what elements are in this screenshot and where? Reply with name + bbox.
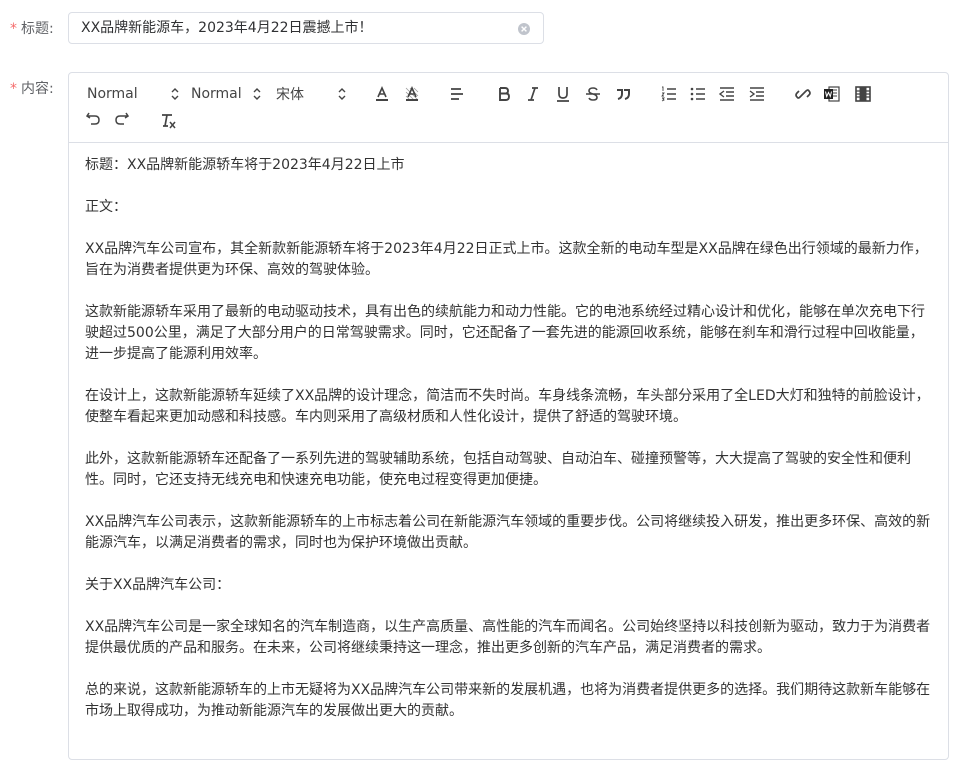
font-color-button[interactable]: [371, 83, 393, 105]
size-select-value: Normal: [191, 86, 242, 102]
content-label: * 内容:: [10, 80, 54, 98]
required-asterisk: *: [10, 21, 17, 37]
editor-blank-line[interactable]: [85, 218, 935, 239]
undo-button[interactable]: [83, 109, 103, 129]
bullet-list-button[interactable]: [687, 83, 709, 105]
background-color-button[interactable]: [401, 83, 423, 105]
header-select[interactable]: Normal: [87, 84, 179, 104]
title-input-value[interactable]: XX品牌新能源车，2023年4月22日震撼上市！: [69, 13, 517, 43]
bold-icon: [499, 87, 510, 101]
title-label: * 标题:: [10, 20, 54, 38]
editor-paragraph[interactable]: 在设计上，这款新能源轿车延续了XX品牌的设计理念，简洁而不失时尚。车身线条流畅，…: [85, 386, 935, 428]
align-button[interactable]: [446, 83, 468, 105]
editor-blank-line[interactable]: [85, 176, 935, 197]
italic-icon: [528, 87, 538, 101]
rich-text-editor: Normal Normal 宋体 标题：XX品牌新能源轿车将于2023年4月22…: [68, 72, 949, 760]
background-color-icon: [405, 86, 419, 101]
clear-format-icon: [162, 114, 176, 129]
editor-paragraph[interactable]: 正文：: [85, 197, 935, 218]
italic-button[interactable]: [522, 83, 544, 105]
title-input[interactable]: XX品牌新能源车，2023年4月22日震撼上市！: [68, 12, 544, 44]
editor-toolbar: Normal Normal 宋体: [69, 73, 948, 143]
redo-icon: [115, 112, 130, 125]
chevron-updown-icon: [338, 88, 346, 100]
font-color-icon: [376, 86, 388, 101]
strikethrough-icon: [586, 87, 600, 101]
editor-paragraph[interactable]: 总的来说，这款新能源轿车的上市无疑将为XX品牌汽车公司带来新的发展机遇，也将为消…: [85, 680, 935, 722]
editor-paragraph[interactable]: XX品牌汽车公司表示，这款新能源轿车的上市标志着公司在新能源汽车领域的重要步伐。…: [85, 512, 935, 554]
redo-button[interactable]: [112, 109, 132, 129]
clear-icon[interactable]: [517, 21, 531, 35]
video-button[interactable]: [852, 83, 874, 105]
outdent-button[interactable]: [716, 83, 738, 105]
editor-paragraph[interactable]: 这款新能源轿车采用了最新的电动驱动技术，具有出色的续航能力和动力性能。它的电池系…: [85, 302, 935, 365]
editor-blank-line[interactable]: [85, 428, 935, 449]
indent-icon: [749, 87, 764, 101]
editor-blank-line[interactable]: [85, 491, 935, 512]
clear-format-button[interactable]: [158, 110, 180, 132]
editor-content-area[interactable]: 标题：XX品牌新能源轿车将于2023年4月22日上市 正文： XX品牌汽车公司宣布，…: [85, 155, 935, 722]
editor-blank-line[interactable]: [85, 365, 935, 386]
editor-blank-line[interactable]: [85, 554, 935, 575]
size-select[interactable]: Normal: [191, 84, 261, 104]
chevron-updown-icon: [171, 88, 179, 100]
strikethrough-button[interactable]: [582, 83, 604, 105]
quote-icon: [617, 89, 630, 100]
ordered-list-button[interactable]: [658, 83, 680, 105]
title-label-text: 标题:: [21, 21, 54, 37]
link-button[interactable]: [792, 83, 814, 105]
align-left-icon: [451, 88, 463, 100]
bullet-list-icon: [690, 87, 705, 101]
editor-blank-line[interactable]: [85, 659, 935, 680]
underline-button[interactable]: [552, 83, 574, 105]
editor-paragraph[interactable]: XX品牌汽车公司宣布，其全新款新能源轿车将于2023年4月22日正式上市。这款全…: [85, 239, 935, 281]
editor-blank-line[interactable]: [85, 281, 935, 302]
editor-blank-line[interactable]: [85, 596, 935, 617]
editor-paragraph[interactable]: 关于XX品牌汽车公司：: [85, 575, 935, 596]
undo-icon: [85, 112, 100, 125]
content-label-text: 内容:: [21, 81, 54, 97]
editor-paragraph[interactable]: 标题：XX品牌新能源轿车将于2023年4月22日上市: [85, 155, 935, 176]
editor-paragraph[interactable]: 此外，这款新能源轿车还配备了一系列先进的驾驶辅助系统，包括自动驾驶、自动泊车、碰…: [85, 449, 935, 491]
chevron-updown-icon: [253, 88, 261, 100]
header-select-value: Normal: [87, 86, 138, 102]
word-import-button[interactable]: [821, 83, 843, 105]
indent-button[interactable]: [746, 83, 768, 105]
font-select-value: 宋体: [276, 87, 304, 103]
outdent-icon: [718, 87, 734, 101]
video-icon: [855, 86, 871, 102]
required-asterisk: *: [10, 81, 17, 97]
blockquote-button[interactable]: [612, 83, 634, 105]
underline-icon: [557, 87, 569, 102]
font-select[interactable]: 宋体: [276, 84, 346, 104]
editor-paragraph[interactable]: XX品牌汽车公司是一家全球知名的汽车制造商，以生产高质量、高性能的汽车而闻名。公…: [85, 617, 935, 659]
bold-button[interactable]: [493, 83, 515, 105]
word-icon: [824, 86, 840, 102]
ordered-list-icon: [661, 86, 676, 102]
link-icon: [795, 89, 811, 99]
